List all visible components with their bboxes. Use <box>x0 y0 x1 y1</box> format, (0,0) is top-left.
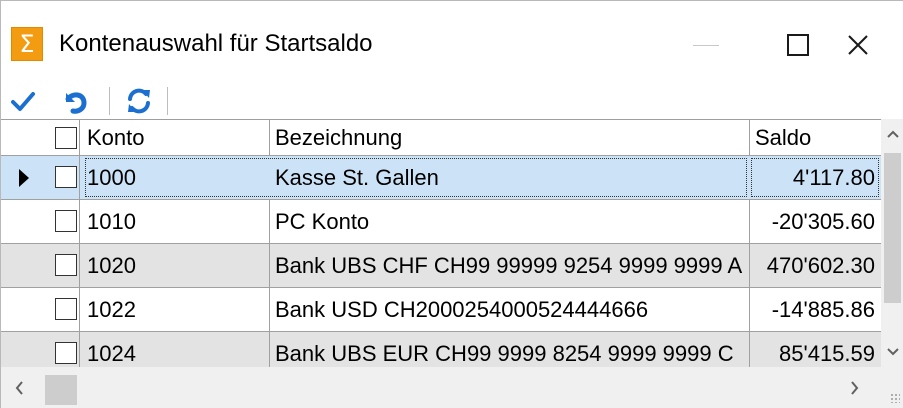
toolbar-separator <box>109 87 110 115</box>
current-row-indicator-icon <box>19 169 29 187</box>
cell-konto[interactable]: 1022 <box>83 288 269 331</box>
row-checkbox[interactable] <box>55 166 77 188</box>
column-header-saldo[interactable]: Saldo <box>749 120 881 155</box>
minimize-button <box>661 17 751 73</box>
undo-icon <box>65 92 87 114</box>
sigma-app-icon: Σ <box>11 27 43 61</box>
confirm-button[interactable] <box>7 85 39 117</box>
row-checkbox[interactable] <box>55 298 77 320</box>
column-divider <box>79 288 80 331</box>
column-header-bezeichnung[interactable]: Bezeichnung <box>269 120 749 155</box>
scroll-up-button[interactable] <box>881 119 903 149</box>
toolbar <box>1 83 903 119</box>
vertical-scroll-thumb[interactable] <box>884 153 901 303</box>
accounts-grid: Konto Bezeichnung Saldo 1000 Kasse St. G… <box>1 119 903 376</box>
column-header-konto[interactable]: Konto <box>83 120 269 155</box>
cell-saldo[interactable]: 4'117.80 <box>749 156 881 199</box>
scroll-down-button[interactable] <box>881 337 903 367</box>
select-all-checkbox[interactable] <box>55 127 77 149</box>
table-row[interactable]: 1000 Kasse St. Gallen 4'117.80 <box>1 156 881 200</box>
cell-bezeichnung[interactable]: Bank USD CH2000254000524444666 <box>269 288 749 331</box>
column-divider <box>79 244 80 287</box>
cell-konto[interactable]: 1010 <box>83 200 269 243</box>
scroll-left-button[interactable] <box>1 367 37 408</box>
refresh-button[interactable] <box>123 85 155 117</box>
maximize-icon <box>787 34 809 56</box>
cell-bezeichnung[interactable]: Kasse St. Gallen <box>269 156 749 199</box>
cell-saldo[interactable]: -14'885.86 <box>749 288 881 331</box>
undo-button[interactable] <box>57 85 89 117</box>
table-row[interactable]: 1020 Bank UBS CHF CH99 99999 9254 9999 9… <box>1 244 881 288</box>
refresh-icon <box>128 88 150 114</box>
table-row[interactable]: 1010 PC Konto -20'305.60 <box>1 200 881 244</box>
title-bar[interactable]: Σ Kontenauswahl für Startsaldo <box>1 1 903 83</box>
horizontal-scroll-thumb[interactable] <box>45 375 77 405</box>
cell-bezeichnung[interactable]: PC Konto <box>269 200 749 243</box>
cell-bezeichnung[interactable]: Bank UBS CHF CH99 99999 9254 9999 9999 A <box>269 244 749 287</box>
table-row[interactable]: 1022 Bank USD CH2000254000524444666 -14'… <box>1 288 881 332</box>
row-checkbox[interactable] <box>55 254 77 276</box>
horizontal-scrollbar[interactable] <box>1 367 881 408</box>
resize-grip-icon <box>890 393 900 403</box>
row-checkbox[interactable] <box>55 342 77 364</box>
dialog-window: Σ Kontenauswahl für Startsaldo Konto Bez… <box>0 0 903 408</box>
chevron-up-icon <box>886 130 899 138</box>
chevron-left-icon <box>15 381 23 395</box>
row-checkbox[interactable] <box>55 210 77 232</box>
column-divider <box>79 156 80 199</box>
minimize-icon <box>693 44 719 46</box>
window-title: Kontenauswahl für Startsaldo <box>59 30 373 57</box>
column-divider <box>79 120 80 155</box>
close-icon <box>848 35 868 55</box>
vertical-scrollbar[interactable] <box>881 119 903 367</box>
chevron-down-icon <box>886 348 899 356</box>
column-divider <box>79 200 80 243</box>
cell-saldo[interactable]: -20'305.60 <box>749 200 881 243</box>
checkmark-icon <box>11 92 35 111</box>
cell-konto[interactable]: 1020 <box>83 244 269 287</box>
toolbar-separator <box>167 87 168 115</box>
close-button[interactable] <box>813 17 903 73</box>
resize-corner[interactable] <box>881 367 903 408</box>
grid-header: Konto Bezeichnung Saldo <box>1 120 881 156</box>
chevron-right-icon <box>851 381 859 395</box>
cell-saldo[interactable]: 470'602.30 <box>749 244 881 287</box>
scroll-right-button[interactable] <box>837 367 873 408</box>
